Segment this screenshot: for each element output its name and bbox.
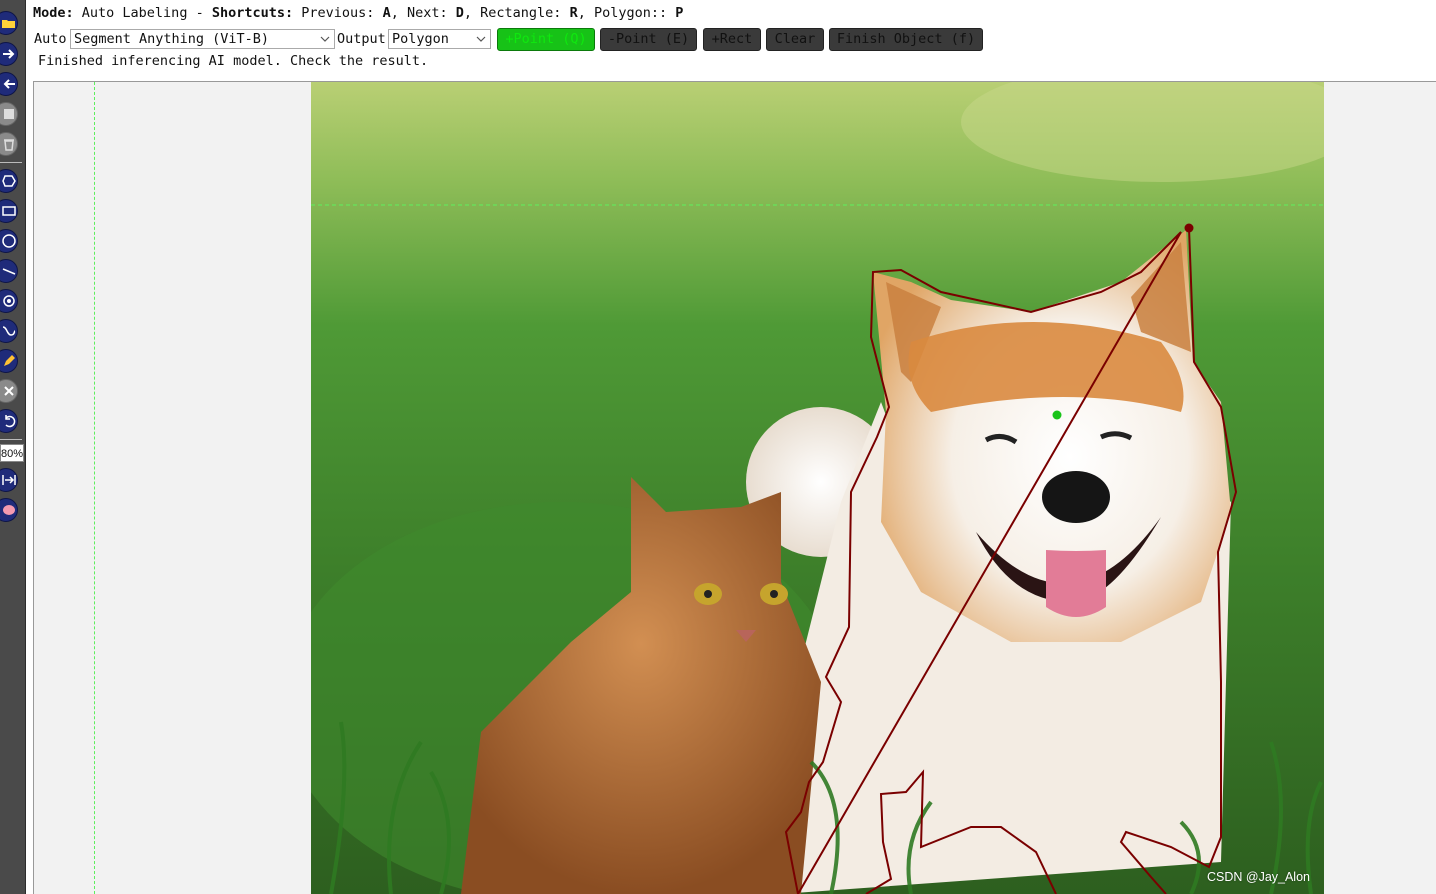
clear-button[interactable]: Clear bbox=[766, 28, 824, 51]
rect-label: Rectangle: bbox=[480, 5, 562, 21]
line-icon[interactable] bbox=[0, 259, 18, 283]
watermark: CSDN @Jay_Alon bbox=[1206, 870, 1310, 884]
linestrip-icon[interactable] bbox=[0, 319, 18, 343]
add-point-button[interactable]: +Point (Q) bbox=[497, 28, 595, 51]
undo-icon[interactable] bbox=[0, 409, 18, 433]
model-select-value: Segment Anything (ViT-B) bbox=[74, 31, 270, 47]
auto-label-controls: Auto Segment Anything (ViT-B) Output Pol… bbox=[33, 28, 1033, 52]
prev-arrow-icon[interactable] bbox=[0, 72, 18, 96]
photo-scene bbox=[311, 82, 1324, 894]
add-rect-button[interactable]: +Rect bbox=[703, 28, 761, 51]
rect-key: R bbox=[569, 5, 578, 21]
remove-point-button[interactable]: -Point (E) bbox=[600, 28, 697, 51]
status-message: Finished inferencing AI model. Check the… bbox=[38, 53, 429, 69]
chevron-down-icon bbox=[476, 36, 486, 42]
mode-label: Mode: bbox=[33, 5, 74, 21]
mode-shortcuts-line: Mode: Auto Labeling - Shortcuts: Previou… bbox=[33, 5, 684, 21]
poly-key: P bbox=[675, 5, 684, 21]
shortcuts-label: Shortcuts: bbox=[211, 5, 294, 21]
polygon-icon[interactable] bbox=[0, 169, 18, 193]
vertical-guide-line bbox=[94, 82, 95, 894]
next-arrow-icon[interactable] bbox=[0, 42, 18, 66]
poly-label: Polygon:: bbox=[593, 5, 668, 21]
model-select[interactable]: Segment Anything (ViT-B) bbox=[70, 29, 335, 49]
mode-value: Auto Labeling bbox=[81, 5, 188, 21]
output-select[interactable]: Polygon bbox=[388, 29, 491, 49]
delete-icon[interactable] bbox=[0, 132, 18, 156]
next-label: Next: bbox=[406, 5, 448, 21]
image-viewport[interactable]: CSDN @Jay_Alon bbox=[311, 82, 1324, 894]
output-select-value: Polygon bbox=[392, 31, 449, 47]
fit-width-icon[interactable] bbox=[0, 468, 18, 492]
toolbar-divider bbox=[0, 162, 22, 163]
next-key: D bbox=[455, 5, 464, 21]
finish-object-button[interactable]: Finish Object (f) bbox=[829, 28, 983, 51]
positive-prompt-point[interactable] bbox=[1052, 410, 1062, 420]
open-folder-icon[interactable] bbox=[0, 11, 18, 35]
chevron-down-icon bbox=[320, 36, 330, 42]
prev-label: Previous: bbox=[301, 5, 375, 21]
close-icon[interactable] bbox=[0, 379, 18, 403]
polygon-vertex-handle[interactable] bbox=[1184, 223, 1194, 233]
auto-label: Auto bbox=[34, 31, 67, 47]
left-toolbar: 80% bbox=[0, 0, 26, 894]
output-label: Output bbox=[337, 31, 386, 47]
save-icon[interactable] bbox=[0, 102, 18, 126]
brain-icon[interactable] bbox=[0, 498, 18, 522]
zoom-level-input[interactable]: 80% bbox=[0, 444, 24, 462]
circle-icon[interactable] bbox=[0, 229, 18, 253]
prev-key: A bbox=[382, 5, 391, 21]
edit-icon[interactable] bbox=[0, 349, 18, 373]
toolbar-divider bbox=[0, 439, 22, 440]
rectangle-icon[interactable] bbox=[0, 199, 18, 223]
point-icon[interactable] bbox=[0, 289, 18, 313]
